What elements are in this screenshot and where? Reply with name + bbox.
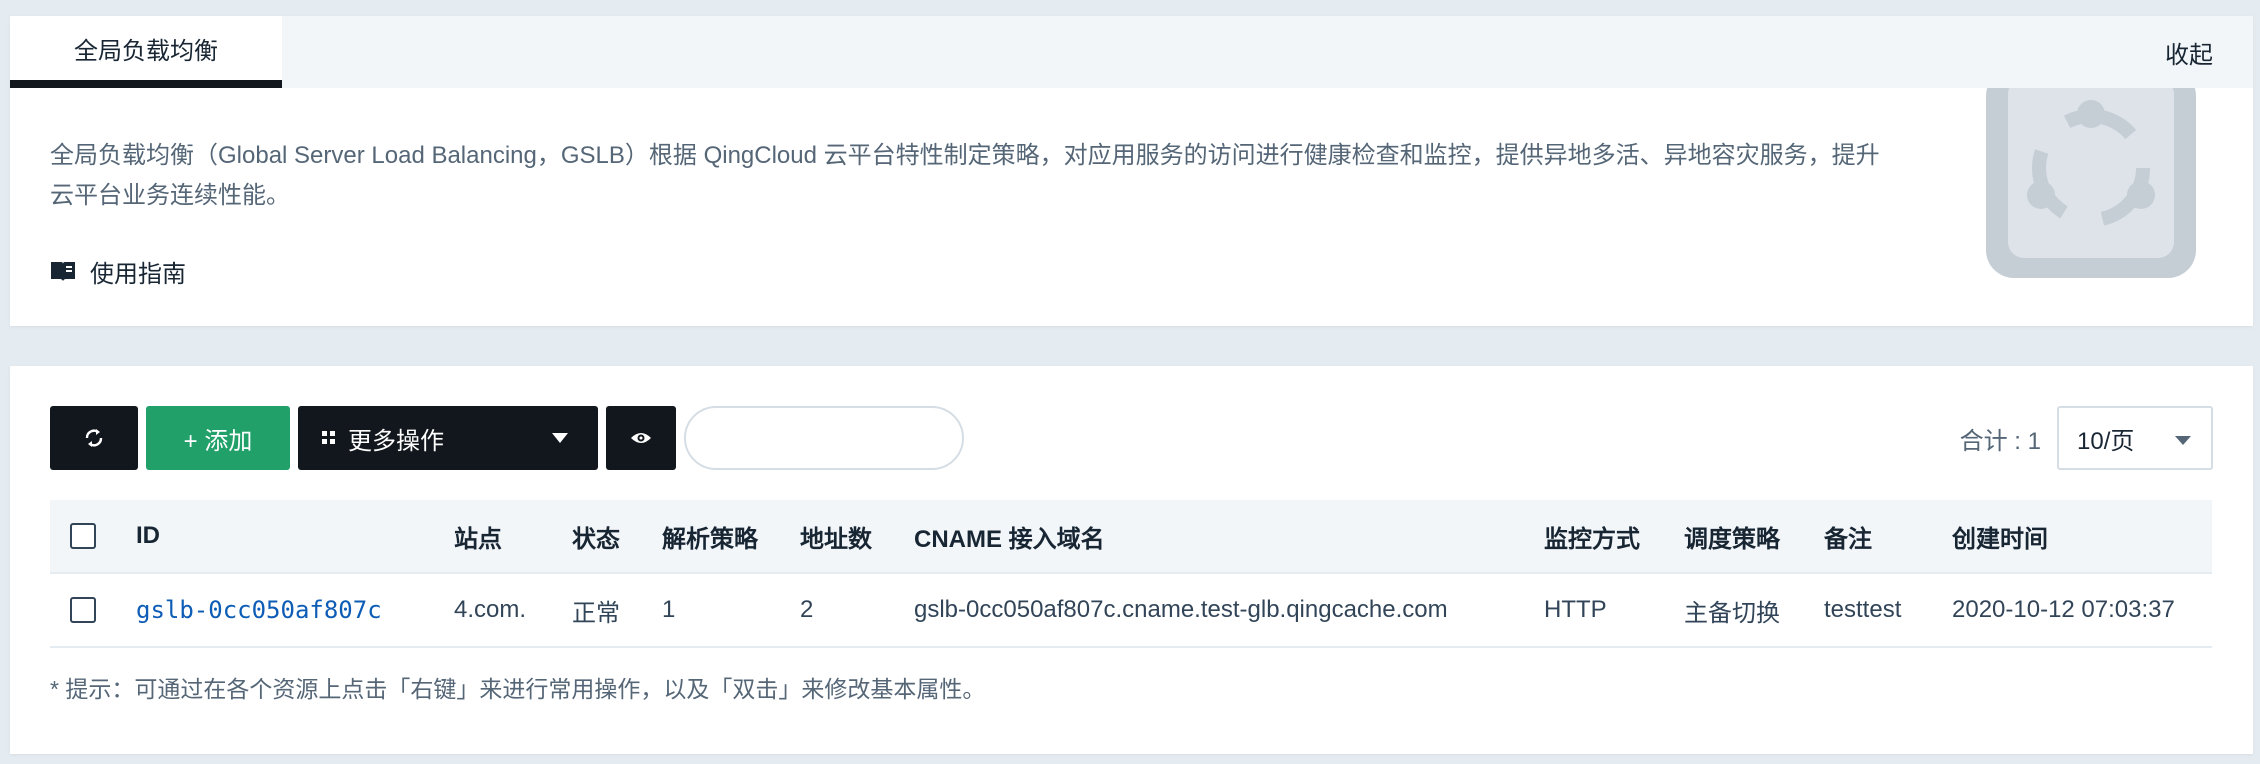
table-header: ID 站点 状态 解析策略 地址数 CNAME 接入域名 监控方式 调度策略 备…: [50, 500, 2212, 574]
book-icon: [51, 262, 75, 281]
table-row[interactable]: gslb-0cc050af807c 4.com. 正常 1 2 gslb-0cc…: [50, 574, 2212, 648]
row-select-cell: [70, 574, 96, 646]
add-button-label: + 添加: [183, 427, 253, 455]
column-header-site[interactable]: 站点: [454, 500, 502, 572]
row-checkbox[interactable]: [70, 597, 96, 623]
add-button[interactable]: + 添加: [146, 406, 290, 470]
view-settings-button[interactable]: [606, 406, 676, 470]
column-header-status[interactable]: 状态: [572, 500, 620, 572]
resource-panel: + 添加 更多操作 合计 : 1 10/页 ID 站点 状态 解析策略 地址数 …: [10, 366, 2253, 754]
column-header-strategy[interactable]: 解析策略: [662, 500, 758, 572]
column-header-address-count[interactable]: 地址数: [800, 500, 872, 572]
user-guide-link[interactable]: 使用指南: [50, 254, 186, 288]
grid-icon: [322, 431, 335, 444]
collapse-button[interactable]: 收起: [2165, 16, 2213, 88]
intro-tab-bar: 全局负载均衡 收起: [10, 16, 2253, 88]
chevron-down-icon: [2175, 436, 2191, 445]
column-header-schedule[interactable]: 调度策略: [1684, 500, 1780, 572]
page-size-select[interactable]: 10/页: [2057, 406, 2213, 470]
row-site: 4.com.: [454, 596, 527, 623]
column-header-monitor[interactable]: 监控方式: [1544, 500, 1640, 572]
usage-tip: * 提示：可通过在各个资源上点击「右键」来进行常用操作，以及「双击」来修改基本属…: [50, 676, 986, 702]
row-strategy: 1: [662, 596, 676, 623]
row-created: 2020-10-12 07:03:37: [1952, 596, 2175, 623]
intro-description: 全局负载均衡（Global Server Load Balancing，GSLB…: [50, 142, 1880, 209]
total-count: 合计 : 1: [1959, 427, 2041, 455]
row-id-cell: gslb-0cc050af807c: [136, 574, 382, 646]
refresh-icon: [85, 429, 103, 447]
tab-gslb-label: 全局负载均衡: [74, 37, 218, 65]
row-monitor: HTTP: [1544, 596, 1607, 623]
more-actions-dropdown[interactable]: 更多操作: [298, 406, 598, 470]
page-size-value: 10/页: [2077, 427, 2135, 455]
column-header-id[interactable]: ID: [136, 500, 160, 572]
row-schedule: 主备切换: [1684, 599, 1780, 627]
user-guide-label: 使用指南: [90, 260, 186, 288]
refresh-button[interactable]: [50, 406, 138, 470]
chevron-down-icon: [552, 433, 568, 443]
row-cname: gslb-0cc050af807c.cname.test-glb.qingcac…: [914, 596, 1448, 623]
select-all-cell: [70, 500, 96, 572]
column-header-cname[interactable]: CNAME 接入域名: [914, 500, 1105, 572]
more-actions-label: 更多操作: [348, 427, 444, 455]
row-address-count: 2: [800, 596, 814, 623]
column-header-note[interactable]: 备注: [1824, 500, 1872, 572]
search-input[interactable]: [684, 406, 964, 470]
row-status: 正常: [572, 599, 620, 627]
eye-icon: [631, 433, 651, 443]
select-all-checkbox[interactable]: [70, 523, 96, 549]
row-note: testtest: [1824, 596, 1902, 623]
gslb-illustration-icon: [1986, 88, 2196, 278]
tab-gslb[interactable]: 全局负载均衡: [10, 16, 282, 88]
intro-panel: 全局负载均衡 收起 全局负载均衡（Global Server Load Bala…: [10, 16, 2253, 326]
gslb-table: ID 站点 状态 解析策略 地址数 CNAME 接入域名 监控方式 调度策略 备…: [50, 500, 2212, 648]
resource-id-link[interactable]: gslb-0cc050af807c: [136, 596, 382, 624]
column-header-created[interactable]: 创建时间: [1952, 500, 2048, 572]
